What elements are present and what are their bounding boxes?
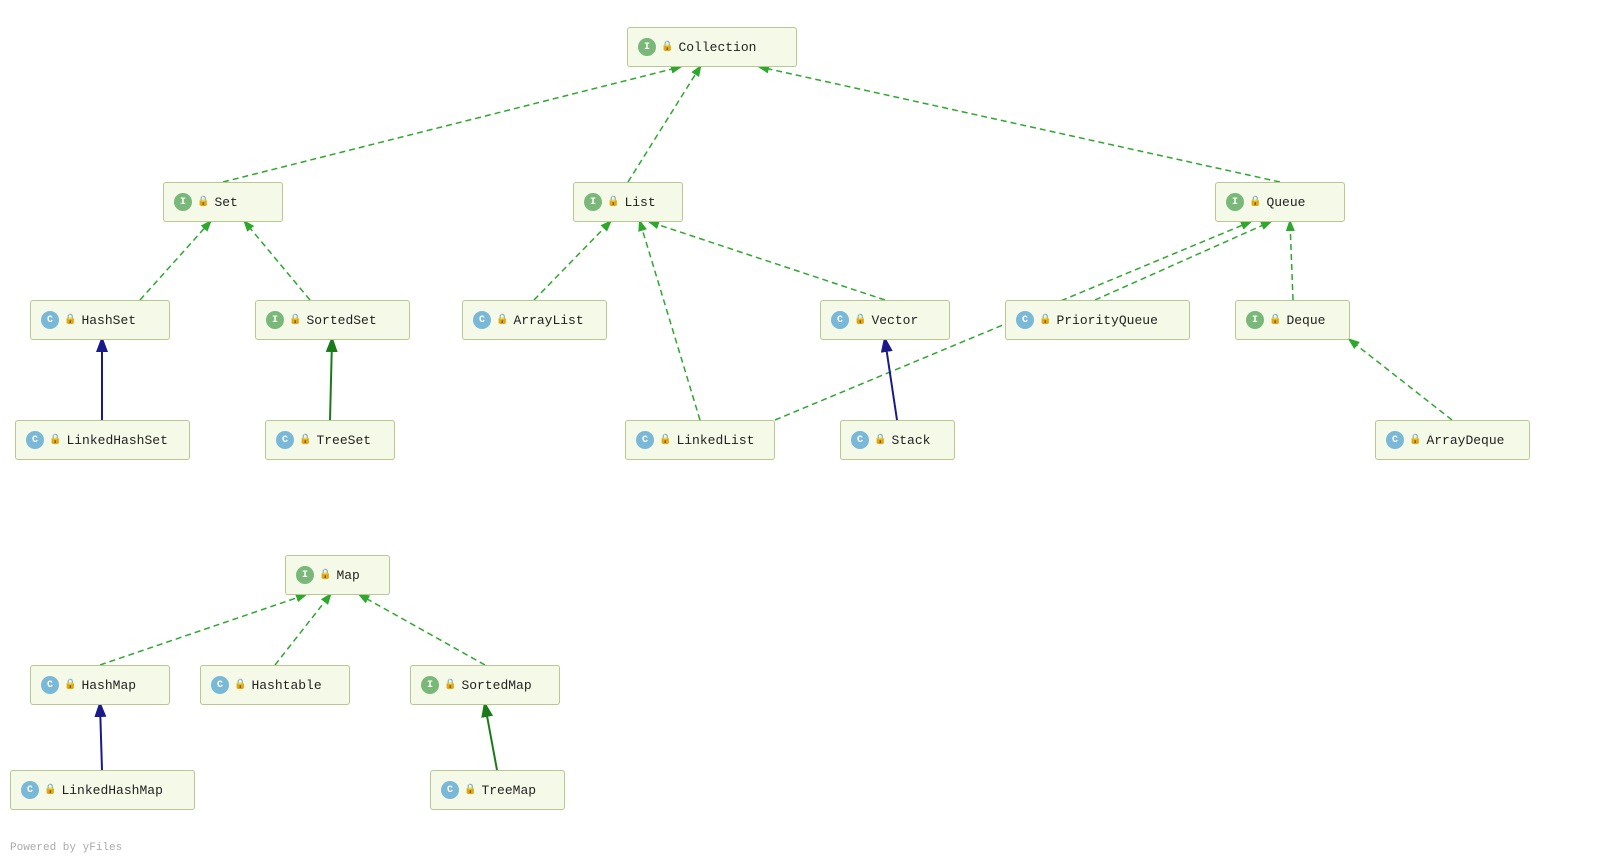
badge-arraylist: C [473, 311, 491, 329]
lock-icon-hashtable: 🔒 [234, 679, 246, 691]
label-linkedhashset: LinkedHashSet [66, 433, 167, 448]
node-list[interactable]: I 🔒 List [573, 182, 683, 222]
badge-hashtable: C [211, 676, 229, 694]
lock-icon-list: 🔒 [607, 196, 619, 208]
node-linkedhashset[interactable]: C 🔒 LinkedHashSet [15, 420, 190, 460]
lock-icon-treemap: 🔒 [464, 784, 476, 796]
node-priorityqueue[interactable]: C 🔒 PriorityQueue [1005, 300, 1190, 340]
lock-icon-arraylist: 🔒 [496, 314, 508, 326]
badge-linkedhashset: C [26, 431, 44, 449]
badge-set: I [174, 193, 192, 211]
lock-icon-sortedset: 🔒 [289, 314, 301, 326]
label-sortedset: SortedSet [306, 313, 376, 328]
badge-treeset: C [276, 431, 294, 449]
label-stack: Stack [891, 433, 930, 448]
label-vector: Vector [871, 313, 918, 328]
label-treemap: TreeMap [481, 783, 536, 798]
node-linkedlist[interactable]: C 🔒 LinkedList [625, 420, 775, 460]
lock-icon-hashset: 🔒 [64, 314, 76, 326]
node-hashtable[interactable]: C 🔒 Hashtable [200, 665, 350, 705]
diagram-container: I 🔒 Collection I 🔒 Set I 🔒 List I 🔒 Queu… [0, 0, 1612, 862]
lock-icon-stack: 🔒 [874, 434, 886, 446]
node-collection[interactable]: I 🔒 Collection [627, 27, 797, 67]
badge-priorityqueue: C [1016, 311, 1034, 329]
badge-deque: I [1246, 311, 1264, 329]
lock-icon-linkedlist: 🔒 [659, 434, 671, 446]
node-stack[interactable]: C 🔒 Stack [840, 420, 955, 460]
lock-icon-priorityqueue: 🔒 [1039, 314, 1051, 326]
node-arraydeque[interactable]: C 🔒 ArrayDeque [1375, 420, 1530, 460]
badge-list: I [584, 193, 602, 211]
label-hashtable: Hashtable [251, 678, 321, 693]
lock-icon-sortedmap: 🔒 [444, 679, 456, 691]
node-sortedmap[interactable]: I 🔒 SortedMap [410, 665, 560, 705]
badge-hashmap: C [41, 676, 59, 694]
label-sortedmap: SortedMap [461, 678, 531, 693]
node-hashmap[interactable]: C 🔒 HashMap [30, 665, 170, 705]
lock-icon-set: 🔒 [197, 196, 209, 208]
label-queue: Queue [1266, 195, 1305, 210]
label-map: Map [336, 568, 359, 583]
lock-icon-treeset: 🔒 [299, 434, 311, 446]
node-treemap[interactable]: C 🔒 TreeMap [430, 770, 565, 810]
connections-svg [0, 0, 1612, 862]
badge-arraydeque: C [1386, 431, 1404, 449]
lock-icon-deque: 🔒 [1269, 314, 1281, 326]
label-list: List [624, 195, 655, 210]
label-treeset: TreeSet [316, 433, 371, 448]
node-linkedhashmap[interactable]: C 🔒 LinkedHashMap [10, 770, 195, 810]
badge-queue: I [1226, 193, 1244, 211]
node-queue[interactable]: I 🔒 Queue [1215, 182, 1345, 222]
badge-vector: C [831, 311, 849, 329]
label-deque: Deque [1286, 313, 1325, 328]
label-priorityqueue: PriorityQueue [1056, 313, 1157, 328]
badge-sortedset: I [266, 311, 284, 329]
label-linkedlist: LinkedList [676, 433, 754, 448]
label-hashset: HashSet [81, 313, 136, 328]
node-map[interactable]: I 🔒 Map [285, 555, 390, 595]
badge-collection: I [638, 38, 656, 56]
watermark: Powered by yFiles [10, 842, 122, 854]
node-deque[interactable]: I 🔒 Deque [1235, 300, 1350, 340]
badge-stack: C [851, 431, 869, 449]
lock-icon-vector: 🔒 [854, 314, 866, 326]
label-collection: Collection [678, 40, 756, 55]
badge-hashset: C [41, 311, 59, 329]
label-linkedhashmap: LinkedHashMap [61, 783, 162, 798]
lock-icon-collection: 🔒 [661, 41, 673, 53]
node-treeset[interactable]: C 🔒 TreeSet [265, 420, 395, 460]
node-hashset[interactable]: C 🔒 HashSet [30, 300, 170, 340]
badge-linkedlist: C [636, 431, 654, 449]
lock-icon-map: 🔒 [319, 569, 331, 581]
lock-icon-linkedhashmap: 🔒 [44, 784, 56, 796]
label-set: Set [214, 195, 237, 210]
label-arraydeque: ArrayDeque [1426, 433, 1504, 448]
lock-icon-queue: 🔒 [1249, 196, 1261, 208]
lock-icon-linkedhashset: 🔒 [49, 434, 61, 446]
node-vector[interactable]: C 🔒 Vector [820, 300, 950, 340]
node-arraylist[interactable]: C 🔒 ArrayList [462, 300, 607, 340]
node-set[interactable]: I 🔒 Set [163, 182, 283, 222]
badge-treemap: C [441, 781, 459, 799]
lock-icon-hashmap: 🔒 [64, 679, 76, 691]
badge-map: I [296, 566, 314, 584]
badge-sortedmap: I [421, 676, 439, 694]
badge-linkedhashmap: C [21, 781, 39, 799]
label-arraylist: ArrayList [513, 313, 583, 328]
lock-icon-arraydeque: 🔒 [1409, 434, 1421, 446]
label-hashmap: HashMap [81, 678, 136, 693]
node-sortedset[interactable]: I 🔒 SortedSet [255, 300, 410, 340]
